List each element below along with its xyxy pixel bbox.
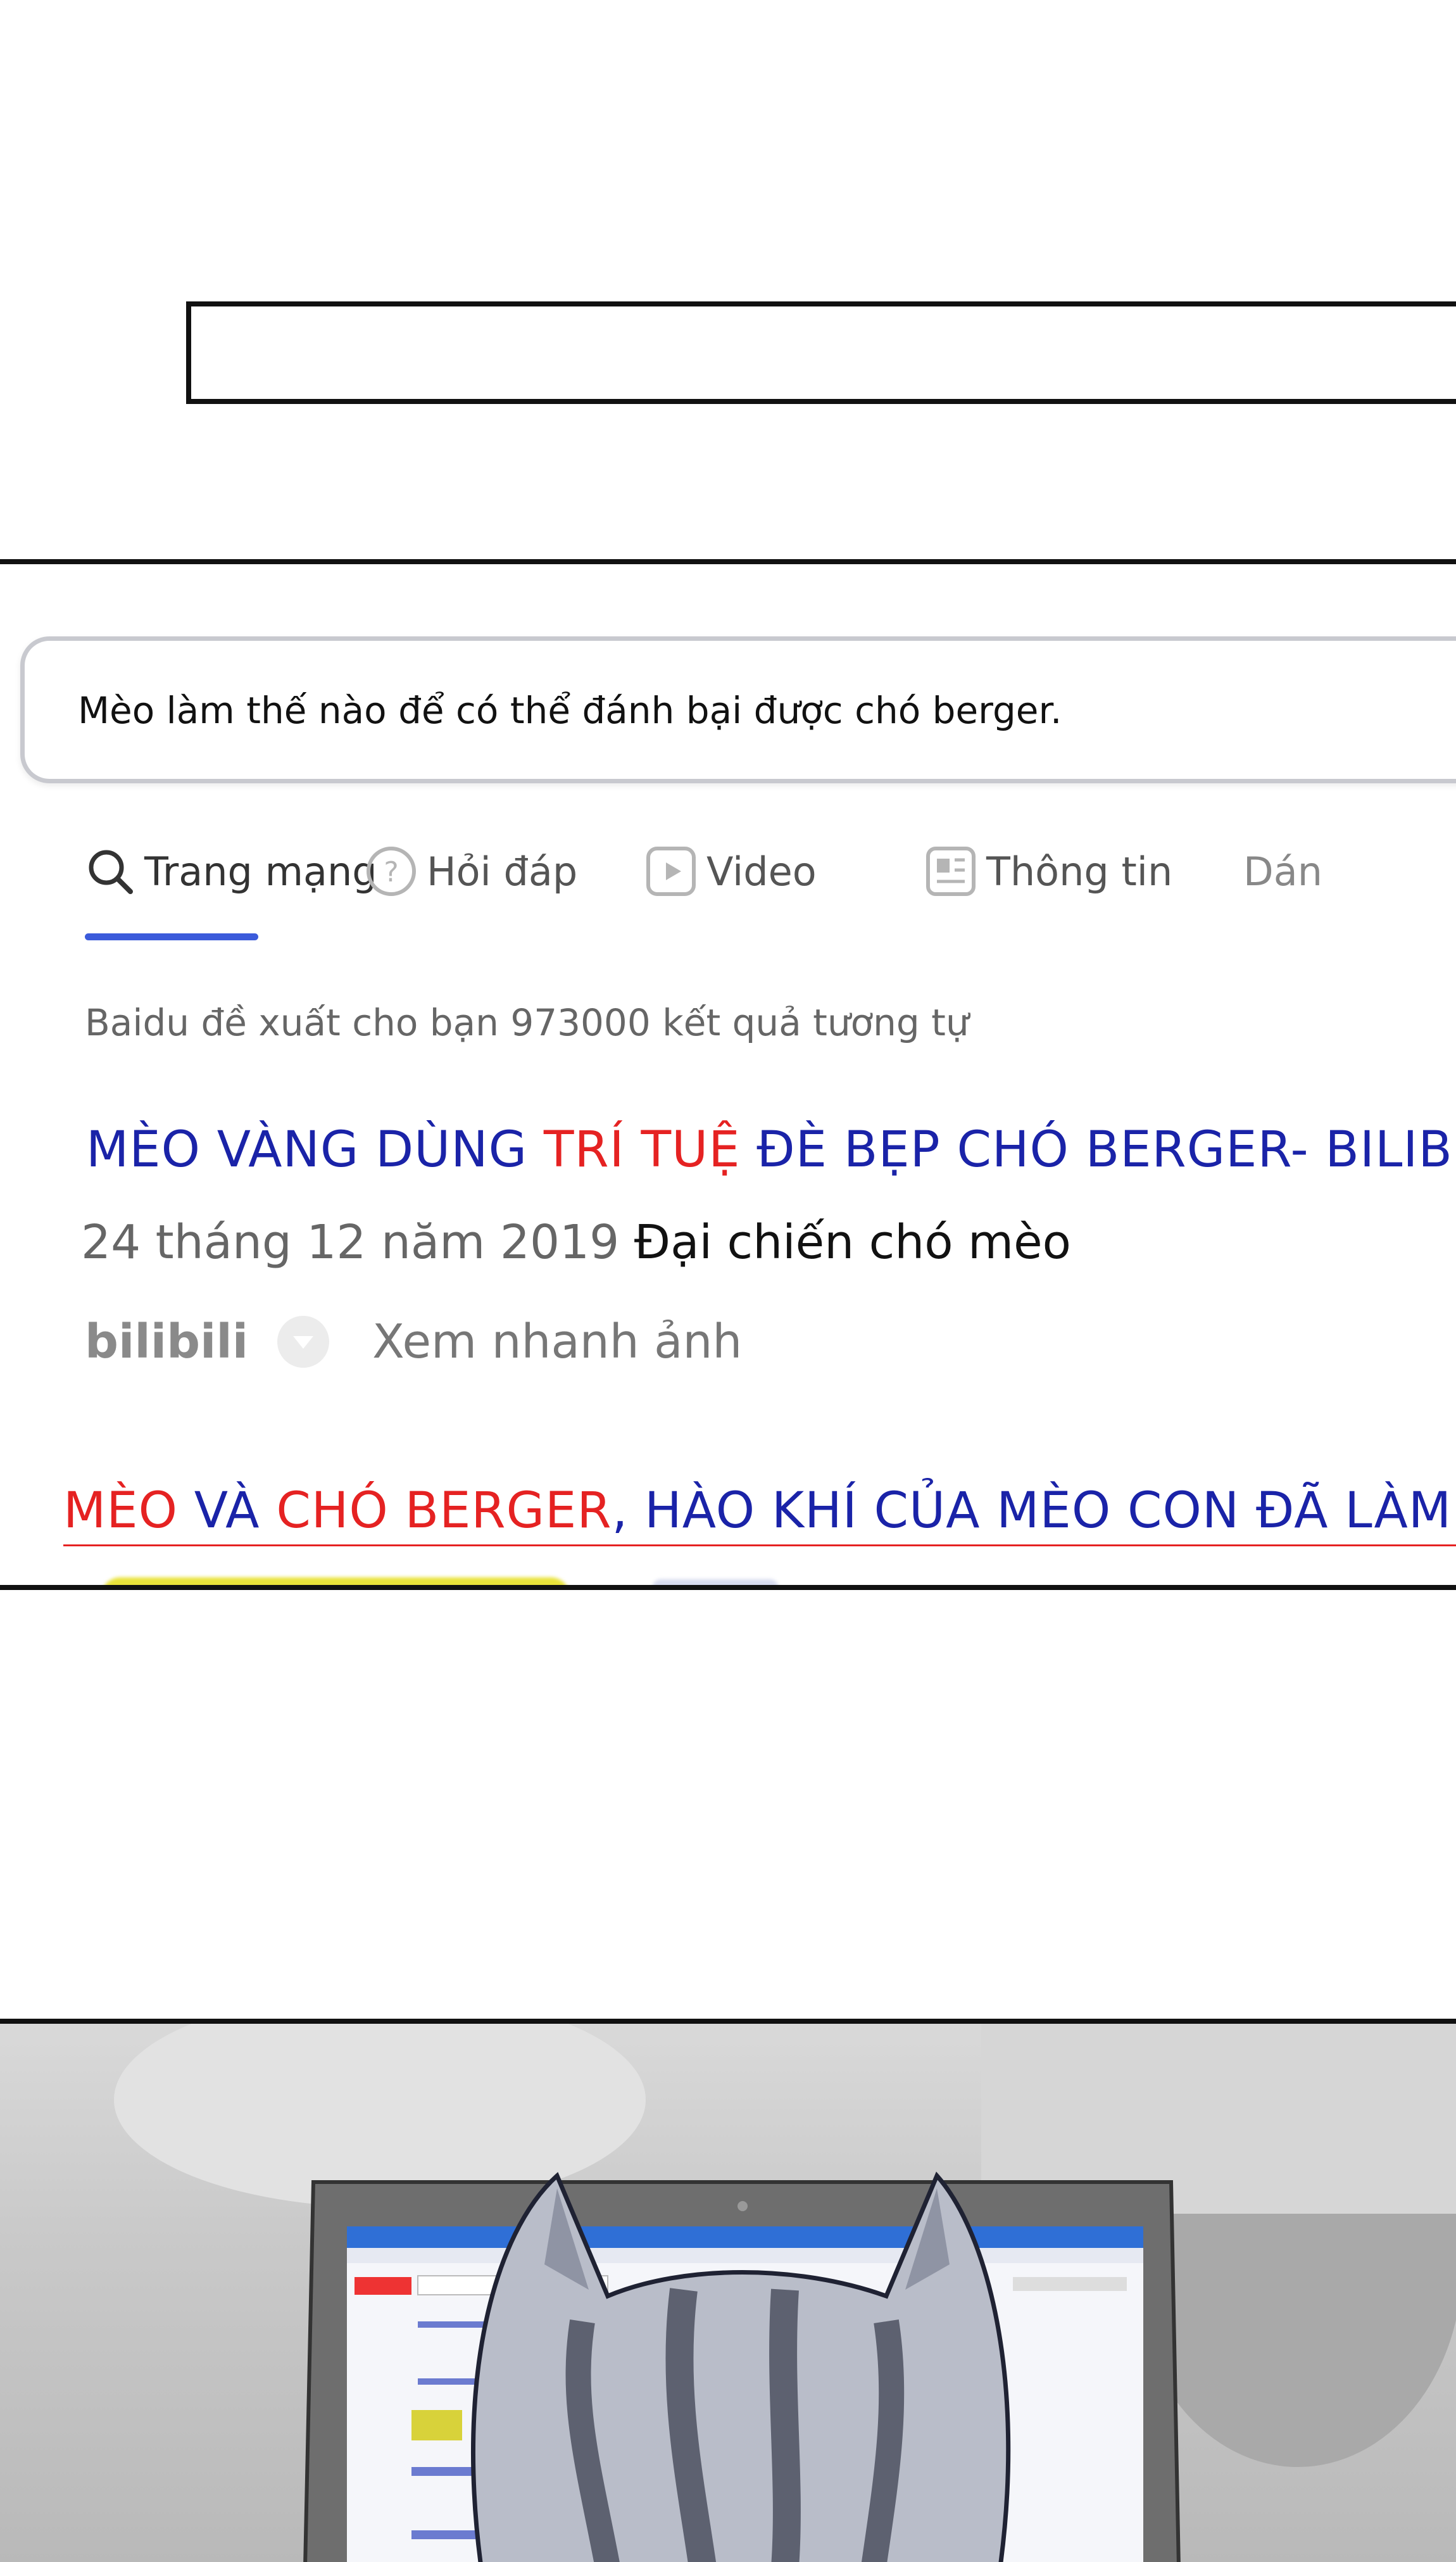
title-text: , HÀO KHÍ CỦA MÈO CON ĐÃ LÀM CON C [612, 1482, 1456, 1539]
title-text: MÈO VÀNG DÙNG [86, 1121, 544, 1178]
tab-web[interactable]: Trang mạng [85, 843, 377, 900]
tab-label: Hỏi đáp [427, 848, 578, 895]
search-input[interactable]: Mèo làm thế nào để có thể đánh bại được … [20, 636, 1456, 783]
question-icon: ? [365, 845, 418, 898]
title-highlight: CHÓ BERGER [276, 1482, 612, 1539]
result-category: Đại chiến chó mèo [634, 1215, 1071, 1270]
news-icon [924, 845, 977, 898]
result-date: 24 tháng 12 năm 2019 [81, 1215, 620, 1270]
illustration-cat-laptop [0, 2019, 1456, 2562]
result-source-row: bilibili Xem nhanh ảnh [85, 1315, 742, 1369]
result-meta: 24 tháng 12 năm 2019 Đại chiến chó mèo [81, 1215, 1071, 1270]
tab-label: Dán [1243, 848, 1323, 895]
tab-video[interactable]: Video [644, 843, 817, 900]
search-results-panel: Mèo làm thế nào để có thể đánh bại được … [0, 559, 1456, 1590]
blurred-snippet [101, 1577, 570, 1585]
source-name[interactable]: bilibili [85, 1315, 248, 1369]
result-title-link[interactable]: MÈO VÀNG DÙNG TRÍ TUỆ ĐÈ BẸP CHÓ BERGER-… [86, 1121, 1456, 1178]
chevron-down-icon[interactable] [277, 1316, 330, 1368]
title-text: ĐÈ BẸP CHÓ BERGER- BILIBILI [740, 1121, 1456, 1178]
tab-qa[interactable]: ? Hỏi đáp [365, 843, 577, 900]
search-query-text: Mèo làm thế nào để có thể đánh bại được … [78, 689, 1062, 732]
title-highlight: MÈO [63, 1482, 178, 1539]
tab-label: Thông tin [986, 848, 1173, 895]
video-icon [644, 845, 698, 898]
caption-box [186, 301, 1456, 404]
tab-label: Trang mạng [144, 848, 377, 895]
svg-text:?: ? [384, 856, 398, 888]
title-highlight: TRÍ TUỆ [543, 1121, 741, 1178]
active-tab-indicator [85, 933, 258, 940]
title-text: VÀ [177, 1482, 277, 1539]
quick-view-link[interactable]: Xem nhanh ảnh [372, 1315, 742, 1369]
cat-laptop-drawing [114, 2024, 1456, 2562]
results-summary: Baidu đề xuất cho bạn 973000 kết quả tươ… [85, 1001, 969, 1044]
tab-label: Video [706, 848, 817, 895]
tab-news[interactable]: Thông tin [924, 843, 1172, 900]
tab-paste[interactable]: Dán [1243, 843, 1322, 900]
blurred-snippet [652, 1579, 779, 1585]
result-title-link[interactable]: MÈO VÀ CHÓ BERGER, HÀO KHÍ CỦA MÈO CON Đ… [63, 1482, 1456, 1546]
search-icon [85, 846, 135, 897]
